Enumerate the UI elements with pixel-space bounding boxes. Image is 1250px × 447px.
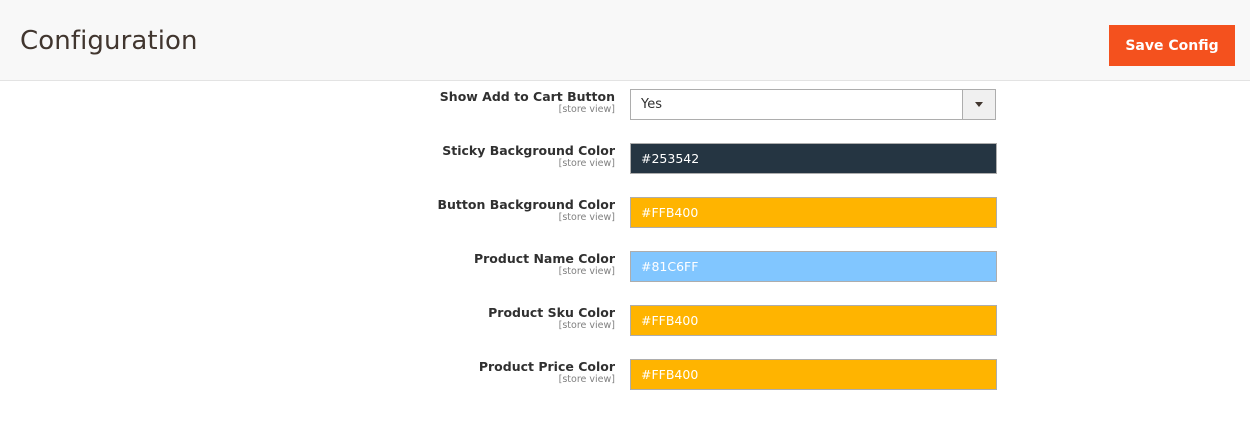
field-label: Product Price Color [478, 359, 615, 374]
field-label: Show Add to Cart Button [439, 89, 615, 104]
button-background-color-input[interactable] [630, 197, 997, 228]
field-label-group: Sticky Background Color [store view] [215, 143, 615, 170]
field-label-group: Product Name Color [store view] [215, 251, 615, 278]
field-row-product-name-color: Product Name Color [store view] [0, 251, 1250, 291]
field-row-product-price-color: Product Price Color [store view] [0, 359, 1250, 399]
field-row-button-bg-color: Button Background Color [store view] [0, 197, 1250, 237]
field-label: Product Sku Color [488, 305, 615, 320]
field-label: Button Background Color [437, 197, 616, 212]
product-name-color-input[interactable] [630, 251, 997, 282]
field-scope: [store view] [558, 374, 615, 385]
page-title: Configuration [20, 26, 198, 56]
chevron-down-icon [975, 102, 983, 107]
field-scope: [store view] [558, 266, 615, 277]
page-header: Configuration Save Config [0, 0, 1250, 81]
show-add-to-cart-select[interactable]: Yes [630, 89, 996, 120]
sticky-background-color-input[interactable] [630, 143, 997, 174]
field-row-product-sku-color: Product Sku Color [store view] [0, 305, 1250, 345]
product-price-color-input[interactable] [630, 359, 997, 390]
field-scope: [store view] [558, 104, 615, 115]
select-toggle[interactable] [962, 90, 995, 119]
save-config-button[interactable]: Save Config [1109, 25, 1235, 66]
field-row-sticky-bg-color: Sticky Background Color [store view] [0, 143, 1250, 183]
field-scope: [store view] [558, 320, 615, 331]
field-label-group: Show Add to Cart Button [store view] [215, 89, 615, 116]
field-label-group: Product Sku Color [store view] [215, 305, 615, 332]
field-label-group: Button Background Color [store view] [215, 197, 616, 224]
field-label: Product Name Color [473, 251, 615, 266]
field-row-show-add-to-cart: Show Add to Cart Button [store view] Yes [0, 89, 1250, 129]
field-scope: [store view] [558, 212, 615, 223]
field-label-group: Product Price Color [store view] [215, 359, 615, 386]
product-sku-color-input[interactable] [630, 305, 997, 336]
field-label: Sticky Background Color [442, 143, 615, 158]
select-value: Yes [641, 97, 662, 112]
field-scope: [store view] [558, 158, 615, 169]
